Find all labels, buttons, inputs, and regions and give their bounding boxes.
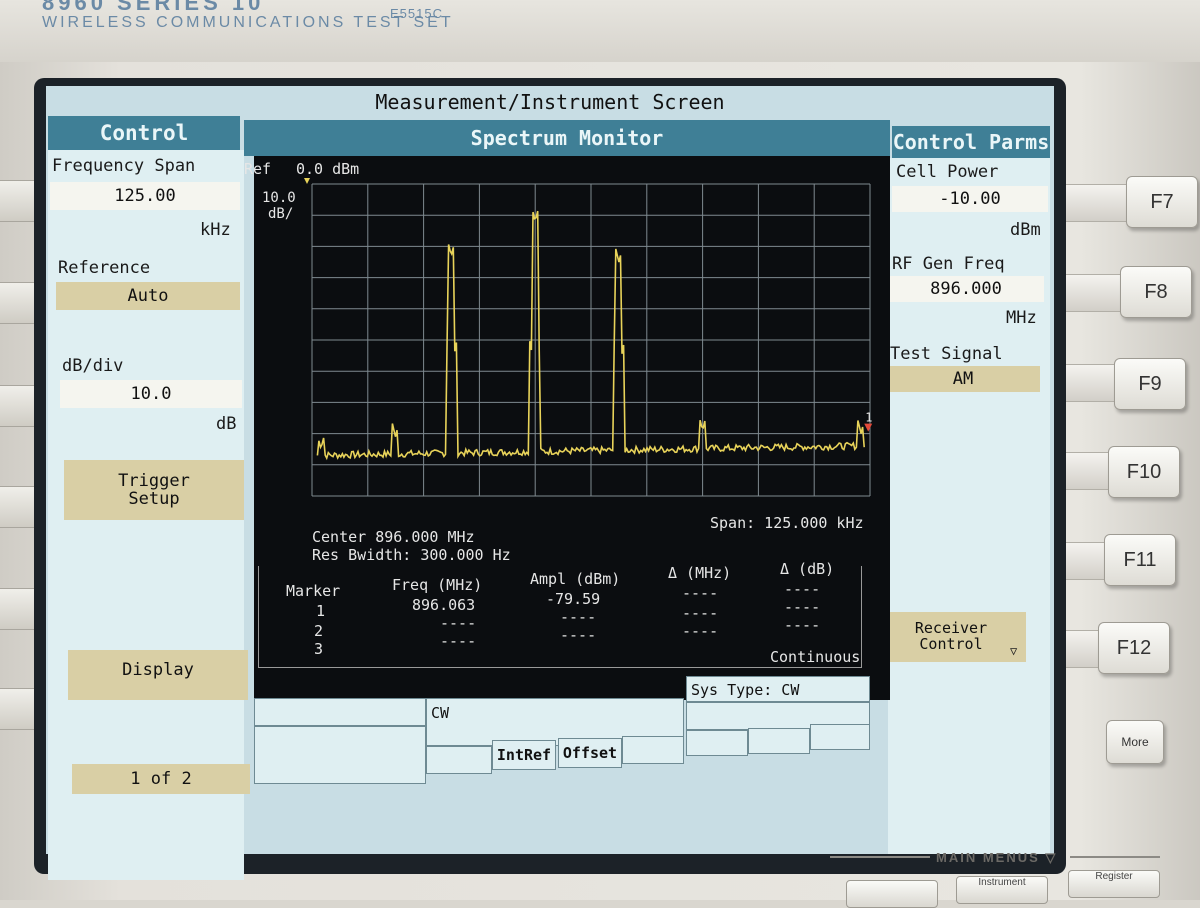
main-menus-rule-left xyxy=(830,856,930,858)
marker-col-header: Marker xyxy=(286,582,341,600)
f7-key[interactable]: F7 xyxy=(1126,176,1198,228)
db-div-unit: dB xyxy=(216,414,237,434)
status-cell-2 xyxy=(254,726,426,784)
measurement-mode: Continuous xyxy=(770,648,861,666)
frequency-span-unit: kHz xyxy=(200,220,231,240)
marker-row-1-dmhz: ---- xyxy=(682,584,719,602)
control-header: Control xyxy=(48,116,240,150)
marker-row-1-ampl: -79.59 xyxy=(546,590,601,608)
sys-type-cell: Sys Type: CW xyxy=(686,676,870,702)
marker-row-3-id: 3 xyxy=(314,640,324,658)
cell-power-label: Cell Power xyxy=(896,162,999,182)
f10-key[interactable]: F10 xyxy=(1108,446,1180,498)
display-button[interactable]: Display xyxy=(68,650,248,700)
intref-indicator: IntRef xyxy=(492,740,556,770)
db-div-value[interactable]: 10.0 xyxy=(60,380,242,408)
frequency-span-value[interactable]: 125.00 xyxy=(50,182,240,210)
main-menus-label: MAIN MENUS ▽ xyxy=(936,850,1058,865)
cw-label: CW xyxy=(431,704,450,722)
model-number: E5515C xyxy=(390,6,443,21)
more-key[interactable]: More xyxy=(1106,720,1164,764)
spectrum-monitor-header: Spectrum Monitor xyxy=(244,120,890,156)
test-signal-label: Test Signal xyxy=(890,344,1003,364)
marker-1-label: 1 xyxy=(865,411,872,425)
marker-row-1-ddb: ---- xyxy=(784,580,821,598)
res-bandwidth-readout: Res Bwidth: 300.000 Hz xyxy=(312,546,511,564)
control-parms-header: Control Parms xyxy=(892,126,1050,158)
ampl-col-header: Ampl (dBm) xyxy=(530,570,621,588)
marker-row-2-dmhz: ---- xyxy=(682,604,719,622)
marker-row-3-dmhz: ---- xyxy=(682,622,719,640)
status-cell-blank-2 xyxy=(622,736,684,764)
cell-power-value[interactable]: -10.00 xyxy=(892,186,1048,212)
marker-row-3-ddb: ---- xyxy=(784,616,821,634)
marker-row-3-freq: ---- xyxy=(440,632,477,650)
test-signal-value[interactable]: AM xyxy=(886,366,1040,392)
delta-mhz-col-header: Δ (MHz) xyxy=(668,564,732,582)
span-readout: Span: 125.000 kHz xyxy=(710,514,864,532)
receiver-control-button[interactable]: Receiver Control xyxy=(876,612,1026,662)
marker-row-2-freq: ---- xyxy=(440,614,477,632)
rf-gen-freq-value[interactable]: 896.000 xyxy=(888,276,1044,302)
offset-indicator: Offset xyxy=(558,738,622,768)
marker-row-3-ampl: ---- xyxy=(560,626,597,644)
reference-value[interactable]: Auto xyxy=(56,282,240,310)
marker-1-icon xyxy=(864,423,873,432)
f12-key[interactable]: F12 xyxy=(1098,622,1170,674)
status-cell-blank xyxy=(426,746,492,774)
center-readout: Center 896.000 MHz xyxy=(312,528,475,546)
f9-key[interactable]: F9 xyxy=(1114,358,1186,410)
sys-type-label: Sys Type: CW xyxy=(691,681,800,699)
screen-title: Measurement/Instrument Screen xyxy=(375,90,725,114)
cell-power-unit: dBm xyxy=(1010,220,1041,240)
status-cell-1 xyxy=(254,698,426,726)
main-menus-rule-right xyxy=(1070,856,1160,858)
delta-db-col-header: Δ (dB) xyxy=(780,560,835,578)
page-indicator: 1 of 2 xyxy=(72,764,250,794)
intref-label: IntRef xyxy=(496,746,552,764)
f8-key[interactable]: F8 xyxy=(1120,266,1192,318)
marker-row-1-id: 1 xyxy=(316,602,326,620)
marker-row-2-ddb: ---- xyxy=(784,598,821,616)
frequency-span-label: Frequency Span xyxy=(52,156,196,176)
marker-row-1-freq: 896.063 xyxy=(412,596,476,614)
status-cell-5 xyxy=(748,728,810,754)
more-indicator-icon: ▽ xyxy=(1010,644,1018,658)
spectrum-plot-panel: Ref 0.0 dBm 10.0 dB/ 1 Center 896.000 MH… xyxy=(244,156,890,700)
marker-row-2-id: 2 xyxy=(314,622,324,640)
main-menus-arrow-icon: ▽ xyxy=(1045,850,1058,865)
status-cell-6 xyxy=(810,724,870,750)
freq-col-header: Freq (MHz) xyxy=(392,576,483,594)
instrument-label-strip: 8960 SERIES 10 WIRELESS COMMUNICATIONS T… xyxy=(0,0,1200,62)
f11-key[interactable]: F11 xyxy=(1104,534,1176,586)
rf-gen-freq-label: RF Gen Freq xyxy=(892,254,1005,274)
status-cell-4 xyxy=(686,730,748,756)
main-menu-key-1[interactable] xyxy=(846,880,938,908)
ref-level-icon xyxy=(304,178,310,184)
marker-row-2-ampl: ---- xyxy=(560,608,597,626)
reference-label: Reference xyxy=(58,258,151,278)
marker-layer: 1 xyxy=(304,178,872,432)
rf-gen-freq-unit: MHz xyxy=(1006,308,1037,328)
offset-label: Offset xyxy=(562,744,618,762)
db-div-label: dB/div xyxy=(62,356,124,376)
trigger-setup-button[interactable]: Trigger Setup xyxy=(64,460,244,520)
main-menu-key-register[interactable]: Register xyxy=(1068,870,1160,898)
